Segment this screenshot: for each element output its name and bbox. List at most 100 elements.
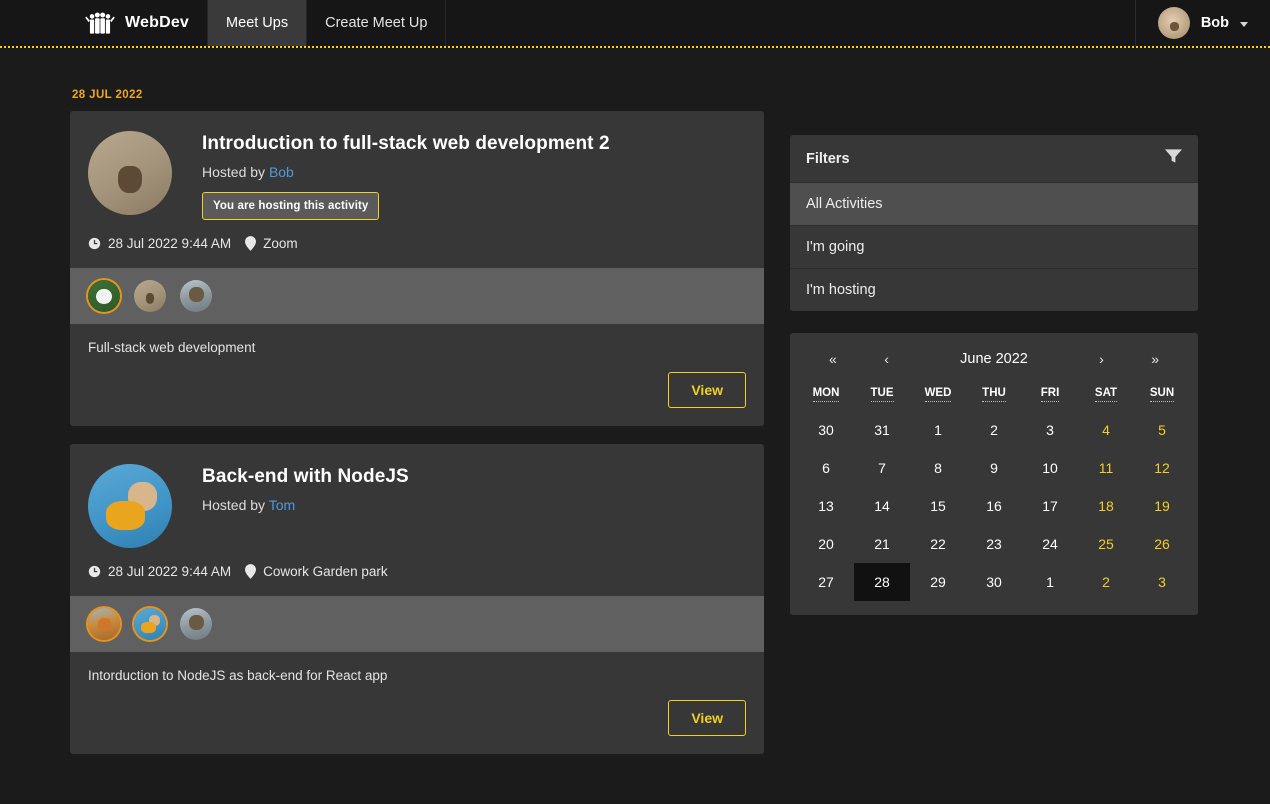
attendee-avatar[interactable] (88, 608, 120, 640)
calendar-dow-sat: SAT (1078, 379, 1134, 411)
calendar-day[interactable]: 30 (966, 563, 1022, 601)
host-avatar (88, 464, 172, 548)
calendar-day[interactable]: 2 (1078, 563, 1134, 601)
content-columns: Introduction to full-stack web developme… (70, 111, 1200, 772)
status-badge: You are hosting this activity (202, 192, 380, 220)
calendar-next-year-button[interactable]: » (1128, 351, 1182, 367)
user-menu[interactable]: Bob (1134, 0, 1270, 46)
calendar-day[interactable]: 1 (910, 411, 966, 449)
calendar-day[interactable]: 17 (1022, 487, 1078, 525)
activity-venue: Cowork Garden park (263, 564, 388, 579)
navbar-left: WebDev Meet Ups Create Meet Up (0, 0, 447, 46)
activity-actions: View (88, 700, 746, 736)
calendar-day[interactable]: 26 (1134, 525, 1190, 563)
activity-meta: 28 Jul 2022 9:44 AM Cowork Garden park (70, 564, 764, 596)
calendar-day[interactable]: 10 (1022, 449, 1078, 487)
attendee-list (70, 268, 764, 324)
caret-down-icon (1240, 22, 1248, 27)
top-navbar: WebDev Meet Ups Create Meet Up Bob (0, 0, 1270, 48)
funnel-icon[interactable] (1165, 148, 1182, 169)
calendar-day[interactable]: 3 (1022, 411, 1078, 449)
calendar-grid: MON TUE WED THU FRI SAT SUN 30 31 1 2 3 … (798, 379, 1190, 601)
activity-card: Introduction to full-stack web developme… (70, 111, 764, 426)
attendee-avatar[interactable] (134, 608, 166, 640)
calendar-day[interactable]: 14 (854, 487, 910, 525)
attendee-avatar[interactable] (134, 280, 166, 312)
activity-card: Back-end with NodeJS Hosted by Tom 28 Ju… (70, 444, 764, 754)
calendar-day[interactable]: 12 (1134, 449, 1190, 487)
host-link[interactable]: Bob (269, 164, 294, 180)
activity-card-footer: Full-stack web development View (70, 324, 764, 426)
calendar-dow-tue: TUE (854, 379, 910, 411)
attendee-avatar[interactable] (180, 608, 212, 640)
calendar-day[interactable]: 20 (798, 525, 854, 563)
view-button[interactable]: View (668, 372, 746, 408)
filter-item-all-activities[interactable]: All Activities (790, 182, 1198, 225)
host-link[interactable]: Tom (269, 497, 295, 513)
calendar-dow-wed: WED (910, 379, 966, 411)
brand[interactable]: WebDev (0, 0, 207, 46)
activity-description: Full-stack web development (88, 340, 256, 355)
attendee-avatar[interactable] (180, 280, 212, 312)
calendar-day[interactable]: 1 (1022, 563, 1078, 601)
filters-header: Filters (790, 135, 1198, 182)
calendar-dow-mon: MON (798, 379, 854, 411)
activity-datetime: 28 Jul 2022 9:44 AM (108, 236, 232, 251)
calendar-day[interactable]: 2 (966, 411, 1022, 449)
calendar-day[interactable]: 21 (854, 525, 910, 563)
calendar-widget: « ‹ June 2022 › » MON TUE WED THU FRI SA… (790, 333, 1198, 615)
navbar-spacer (446, 0, 1134, 46)
calendar-day[interactable]: 25 (1078, 525, 1134, 563)
calendar-prev-year-button[interactable]: « (806, 351, 860, 367)
filter-item-im-hosting[interactable]: I'm hosting (790, 268, 1198, 311)
activity-venue: Zoom (263, 236, 298, 251)
activity-card-header: Back-end with NodeJS Hosted by Tom (70, 444, 764, 564)
avatar (1157, 7, 1190, 39)
user-menu-label: Bob (1200, 15, 1229, 31)
calendar-dow-fri: FRI (1022, 379, 1078, 411)
calendar-day[interactable]: 29 (910, 563, 966, 601)
calendar-day[interactable]: 24 (1022, 525, 1078, 563)
calendar-day[interactable]: 13 (798, 487, 854, 525)
filter-item-im-going[interactable]: I'm going (790, 225, 1198, 268)
calendar-day[interactable]: 30 (798, 411, 854, 449)
brand-name: WebDev (125, 14, 190, 31)
calendar-day[interactable]: 7 (854, 449, 910, 487)
calendar-day[interactable]: 6 (798, 449, 854, 487)
calendar-day[interactable]: 22 (910, 525, 966, 563)
calendar-day[interactable]: 3 (1134, 563, 1190, 601)
date-header: 28 JUL 2022 (72, 89, 143, 101)
filters-title: Filters (806, 150, 850, 167)
activity-card-header: Introduction to full-stack web developme… (70, 111, 764, 236)
calendar-prev-month-button[interactable]: ‹ (860, 351, 914, 367)
calendar-day[interactable]: 16 (966, 487, 1022, 525)
calendar-month-label: June 2022 (960, 351, 1028, 367)
filters-panel: Filters All Activities I'm going I'm hos… (790, 135, 1198, 311)
calendar-day[interactable]: 27 (798, 563, 854, 601)
calendar-day[interactable]: 11 (1078, 449, 1134, 487)
activity-card-footer: Intorduction to NodeJS as back-end for R… (70, 652, 764, 754)
calendar-day[interactable]: 9 (966, 449, 1022, 487)
hosted-by-label: Hosted by (202, 497, 266, 513)
attendee-list (70, 596, 764, 652)
calendar-day[interactable]: 31 (854, 411, 910, 449)
hosted-by-label: Hosted by (202, 164, 266, 180)
calendar-day-selected[interactable]: 28 (854, 563, 910, 601)
attendee-avatar[interactable] (88, 280, 120, 312)
nav-tab-create-meet-up[interactable]: Create Meet Up (306, 0, 447, 46)
activity-host: Hosted by Bob (202, 164, 610, 180)
calendar-day[interactable]: 8 (910, 449, 966, 487)
clock-icon (88, 237, 101, 250)
calendar-day[interactable]: 19 (1134, 487, 1190, 525)
nav-tab-meet-ups[interactable]: Meet Ups (207, 0, 307, 46)
calendar-dow-thu: THU (966, 379, 1022, 411)
calendar-day[interactable]: 15 (910, 487, 966, 525)
calendar-next-month-button[interactable]: › (1075, 351, 1129, 367)
activity-datetime: 28 Jul 2022 9:44 AM (108, 564, 232, 579)
filters-list: All Activities I'm going I'm hosting (790, 182, 1198, 311)
calendar-day[interactable]: 23 (966, 525, 1022, 563)
calendar-day[interactable]: 4 (1078, 411, 1134, 449)
view-button[interactable]: View (668, 700, 746, 736)
calendar-day[interactable]: 5 (1134, 411, 1190, 449)
calendar-day[interactable]: 18 (1078, 487, 1134, 525)
